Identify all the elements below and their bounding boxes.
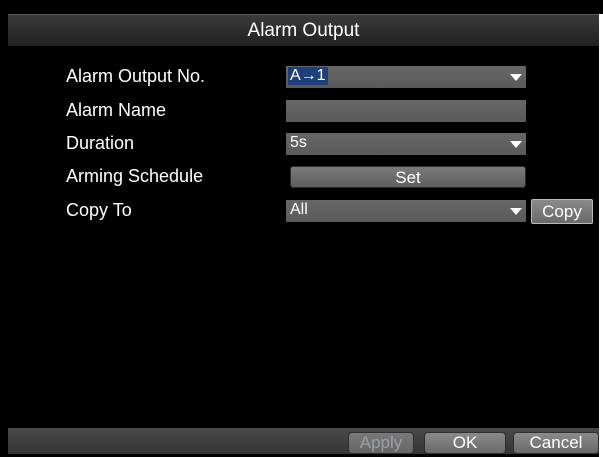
duration-value: 5s [290, 134, 307, 151]
copy-button[interactable]: Copy [531, 199, 593, 224]
right-border [599, 14, 603, 457]
dialog-title: Alarm Output [247, 20, 360, 41]
footer-bar [8, 428, 599, 454]
alarm-name-input[interactable] [286, 100, 526, 122]
duration-select[interactable]: 5s [286, 133, 526, 155]
chevron-down-icon [510, 208, 522, 215]
copy-to-value: All [290, 201, 308, 218]
arming-schedule-label: Arming Schedule [66, 166, 204, 186]
alarm-output-no-value: A→1 [288, 67, 328, 85]
set-schedule-button[interactable]: Set [290, 166, 526, 188]
alarm-output-dialog: Alarm Output Alarm Output No. A→1 Alarm … [0, 0, 603, 457]
title-bar: Alarm Output [8, 14, 599, 46]
alarm-output-no-label: Alarm Output No. [66, 66, 206, 86]
apply-button[interactable]: Apply [348, 432, 414, 454]
alarm-output-no-select[interactable]: A→1 [286, 66, 526, 88]
ok-button[interactable]: OK [424, 432, 506, 454]
chevron-down-icon [510, 74, 522, 81]
chevron-down-icon [510, 141, 522, 148]
copy-to-label: Copy To [66, 200, 132, 220]
copy-to-select[interactable]: All [286, 200, 526, 222]
cancel-button[interactable]: Cancel [513, 432, 599, 454]
alarm-name-label: Alarm Name [66, 100, 167, 120]
duration-label: Duration [66, 133, 135, 153]
